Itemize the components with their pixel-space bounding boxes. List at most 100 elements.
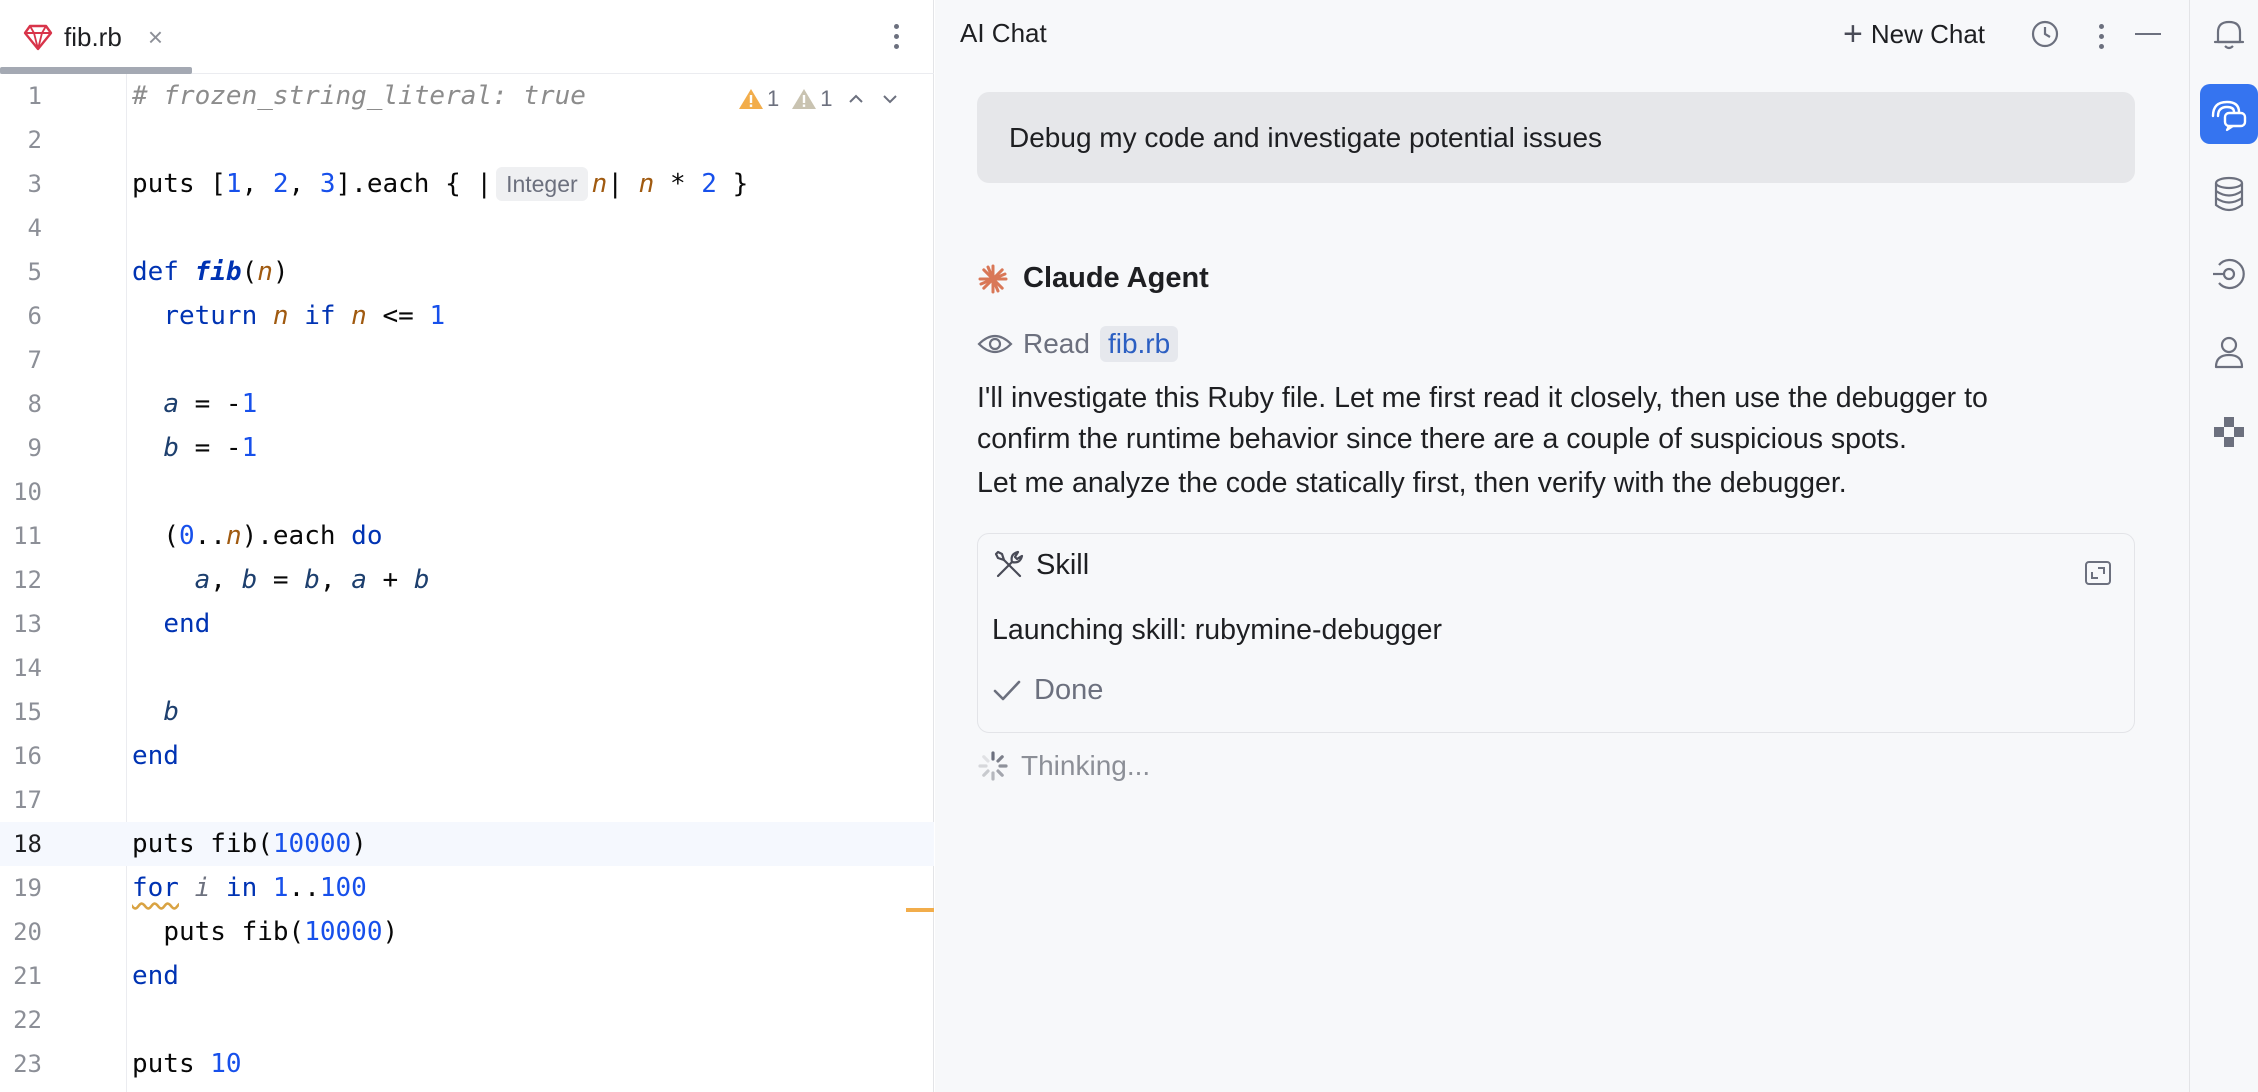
user-message: Debug my code and investigate potential … <box>977 92 2135 183</box>
line-number: 4 <box>27 214 42 242</box>
database-button[interactable] <box>2200 164 2258 224</box>
skill-status: Done <box>992 674 1103 707</box>
code-text: end <box>132 961 179 991</box>
code-line: 13 end <box>0 602 934 646</box>
line-number: 1 <box>27 82 42 110</box>
editor-pane: fib.rb × 1 1 1 # frozen_string_literal: … <box>0 0 934 1092</box>
skill-title: Skill <box>1036 548 1090 581</box>
code-line: 14 <box>0 646 934 690</box>
code-text: puts [1, 2, 3].each { | Integer n| n * 2 } <box>132 167 749 201</box>
code-text: puts fib(10000) <box>163 917 399 947</box>
line-number: 12 <box>13 566 42 594</box>
check-icon <box>993 680 1021 700</box>
right-tool-strip <box>2189 0 2258 1092</box>
skill-header: Skill <box>992 548 1089 582</box>
code-line: 17 <box>0 778 934 822</box>
code-text: (0..n).each do <box>163 521 383 551</box>
new-chat-label: New Chat <box>1870 18 1986 49</box>
code-line: 20 puts fib(10000) <box>0 910 934 954</box>
plus-icon: + <box>1843 15 1863 53</box>
thinking-indicator: Thinking... <box>977 750 1150 782</box>
line-number: 2 <box>27 126 42 154</box>
eye-icon <box>977 334 1013 354</box>
new-chat-button[interactable]: + New Chat <box>1843 14 1985 54</box>
code-line: 15 b <box>0 690 934 734</box>
notifications-icon <box>2213 20 2245 50</box>
notifications-button[interactable] <box>2200 4 2258 64</box>
line-number: 20 <box>13 918 42 946</box>
line-number: 19 <box>13 874 42 902</box>
plugin-button[interactable] <box>2200 402 2258 462</box>
code-text: end <box>163 609 211 639</box>
database-icon <box>2214 176 2244 212</box>
account-button[interactable] <box>2200 322 2258 382</box>
skill-description: Launching skill: rubymine-debugger <box>992 614 1442 646</box>
code-line: 2 <box>0 118 934 162</box>
ai-chat-toolwindow-button[interactable] <box>2200 84 2258 144</box>
line-number: 21 <box>13 962 42 990</box>
skill-status-label: Done <box>1034 674 1104 706</box>
code-line: 23 puts 10 <box>0 1042 934 1086</box>
spinner-icon <box>978 751 1008 781</box>
code-text: a, b = b, a + b <box>194 565 430 595</box>
endpoints-button[interactable] <box>2200 244 2258 304</box>
agent-name: Claude Agent <box>1023 262 1209 294</box>
code-line: 8 a = -1 <box>0 382 934 426</box>
code-line: 4 <box>0 206 934 250</box>
history-icon[interactable] <box>2029 18 2061 50</box>
tab-close-icon[interactable]: × <box>148 24 163 50</box>
agent-message-paragraph: I'll investigate this Ruby file. Let me … <box>977 378 2147 460</box>
code-line: 11 (0..n).each do <box>0 514 934 558</box>
line-number: 6 <box>27 302 42 330</box>
file-link-fib-rb[interactable]: fib.rb <box>1099 326 1179 362</box>
tab-active-indicator <box>0 67 192 74</box>
thinking-label: Thinking... <box>1021 750 1151 781</box>
code-text: end <box>132 741 179 771</box>
editor-tab-bar: fib.rb × <box>0 0 934 74</box>
code-line: 22 <box>0 998 934 1042</box>
expand-icon[interactable] <box>2084 560 2112 586</box>
warning-stripe-marker[interactable] <box>906 908 934 912</box>
skill-card: Skill Launching skill: rubymine-debugger… <box>977 533 2135 733</box>
chat-options-icon[interactable] <box>2091 16 2111 56</box>
type-inlay-hint: Integer <box>496 167 588 201</box>
code-text: b <box>163 697 179 727</box>
agent-message-line: I'll investigate this Ruby file. Let me … <box>977 382 1988 414</box>
code-line: 12 a, b = b, a + b <box>0 558 934 602</box>
line-number: 22 <box>13 1006 42 1034</box>
line-number: 3 <box>27 170 42 198</box>
code-line: 3 puts [1, 2, 3].each { | Integer n| n * 2… <box>0 162 934 206</box>
line-number: 18 <box>13 830 42 858</box>
code-text: return n if n <= 1 <box>163 301 446 331</box>
code-text: # frozen_string_literal: true <box>132 81 586 111</box>
code-editor[interactable]: 1 1 1 # frozen_string_literal: true 2 3 … <box>0 74 934 1092</box>
code-line-current: 18 puts fib(10000) <box>0 822 934 866</box>
code-line: 5 def fib(n) <box>0 250 934 294</box>
line-number: 13 <box>13 610 42 638</box>
code-line: 6 return n if n <= 1 <box>0 294 934 338</box>
line-number: 11 <box>13 522 42 550</box>
claude-star-icon <box>978 264 1008 293</box>
tab-fib-rb[interactable]: fib.rb × <box>0 0 192 74</box>
code-line: 19 for i in 1..100 <box>0 866 934 910</box>
more-options-icon[interactable] <box>880 16 912 56</box>
line-number: 8 <box>27 390 42 418</box>
line-number: 5 <box>27 258 42 286</box>
code-text: a = -1 <box>163 389 258 419</box>
code-line: 21 end <box>0 954 934 998</box>
read-file-step: Read fib.rb <box>977 326 1179 362</box>
line-number: 16 <box>13 742 42 770</box>
code-text: for i in 1..100 <box>132 873 367 903</box>
warning-underline: for <box>132 873 179 903</box>
line-number: 15 <box>13 698 42 726</box>
agent-message-line: confirm the runtime behavior since there… <box>977 423 1907 455</box>
line-number: 17 <box>13 786 42 814</box>
code-text: def fib(n) <box>132 257 289 287</box>
line-number: 10 <box>13 478 42 506</box>
chat-title: AI Chat <box>960 18 1047 48</box>
read-label: Read <box>1023 328 1090 359</box>
minimize-icon[interactable] <box>2135 33 2161 35</box>
tab-title: fib.rb <box>64 21 122 52</box>
code-line: 7 <box>0 338 934 382</box>
agent-header: Claude Agent <box>977 262 1209 295</box>
